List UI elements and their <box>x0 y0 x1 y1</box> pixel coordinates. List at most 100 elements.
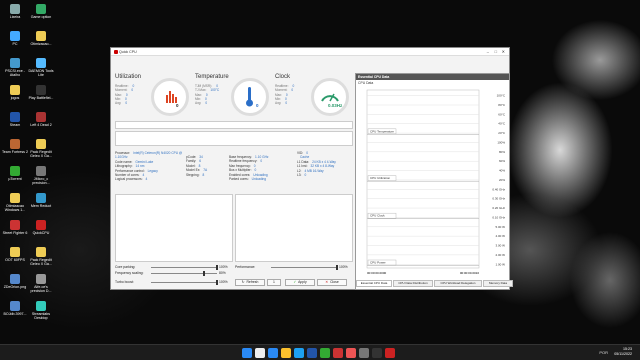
desktop-icon[interactable]: PC <box>2 31 28 46</box>
close-label: Close <box>330 280 339 284</box>
info-label: Base frequency: <box>229 155 253 159</box>
check-icon: ✓ <box>293 280 297 284</box>
info-value: 0 <box>254 168 257 173</box>
slider-knob[interactable] <box>216 280 218 285</box>
taskbar-app-icon[interactable] <box>242 348 252 358</box>
desktop-icon-label: µTorrent <box>8 177 22 181</box>
turbo-boost-slider[interactable] <box>151 280 218 285</box>
taskbar-app-icon[interactable] <box>346 348 356 358</box>
title-bar[interactable]: Quick CPU – □ ✕ <box>111 48 509 56</box>
series-toggle-3[interactable]: CPU Power <box>367 259 397 266</box>
performance-slider[interactable] <box>271 265 338 270</box>
taskbar-app-icon[interactable] <box>385 348 395 358</box>
desktop-icon[interactable]: Otimizacao... <box>28 31 54 46</box>
series-toggle-1[interactable]: CPU Utilization <box>367 175 397 181</box>
desktop-icon[interactable]: Team Fortress 2 <box>2 139 28 154</box>
info-label: L1 Inst: <box>297 164 308 169</box>
info-label: Enabled cores: <box>229 172 251 177</box>
desktop-icon[interactable]: PSCSI.exe - Atalho <box>2 58 28 77</box>
info-label: Performance control: <box>115 168 145 173</box>
stat-value: 0 <box>205 92 208 97</box>
refresh-button[interactable]: ↻ Refresh <box>235 279 265 286</box>
desktop-icon[interactable]: Alfe.oe's precision D... <box>28 274 54 293</box>
series-toggle-label: CPU Utilization <box>370 176 391 180</box>
taskbar-app-icon[interactable] <box>359 348 369 358</box>
desktop-icon[interactable]: Mem Reduct <box>28 193 54 208</box>
desktop-icon[interactable]: Left 4 Dead 2 <box>28 112 54 127</box>
desktop-icon-label: PC <box>12 42 18 46</box>
app-icon <box>36 139 46 149</box>
tab-3[interactable]: Memory Data <box>483 280 513 287</box>
info-value: 0 <box>253 163 256 168</box>
slider-knob[interactable] <box>202 271 205 276</box>
taskbar-app-icon[interactable] <box>281 348 291 358</box>
close-button[interactable]: ✕ Close <box>317 279 347 286</box>
desktop-icon[interactable]: Otimizacao Windows 1... <box>2 193 28 212</box>
tab-1[interactable]: CPU Data Distribution <box>393 280 433 287</box>
cpu-data-subtitle: CPU Data <box>358 81 374 85</box>
taskbar-app-icon[interactable] <box>294 348 304 358</box>
taskbar-app-icon[interactable] <box>320 348 330 358</box>
desktop-icon-label: Otimizacao Windows 1... <box>4 204 26 212</box>
utilization-gauge-value: 0 <box>176 103 179 108</box>
taskbar-app-icon[interactable] <box>307 348 317 358</box>
desktop-icon-label: ZDeOrion.png <box>3 285 27 289</box>
desktop-icon-label: Lixeira <box>9 15 21 19</box>
frequency-scaling-slider[interactable] <box>151 271 217 276</box>
desktop-icon[interactable]: Street Fighter 6 <box>2 220 28 235</box>
desktop-icon[interactable]: Steam <box>2 112 28 127</box>
y-tick-label: 0.40 GHz <box>492 187 505 191</box>
language-indicator[interactable]: POR <box>599 350 608 355</box>
info-row: Stepping: 8 <box>186 173 226 177</box>
desktop-icon-label: Alfe.oe's precision D... <box>30 285 52 293</box>
clock-title: Clock <box>275 74 291 80</box>
desktop-icon[interactable]: Pack Regedit Geleo X Ga... <box>28 247 54 266</box>
turbo-boost-label: Turbo boost: <box>115 280 134 284</box>
clock[interactable]: 15:23 05/11/2022 <box>614 347 632 357</box>
info-label: Number of cores: <box>115 173 140 178</box>
stat-value: 0 <box>205 101 208 106</box>
desktop-icon[interactable]: Lixeira <box>2 4 28 19</box>
taskbar-app-icon[interactable] <box>255 348 265 358</box>
desktop-icon[interactable]: DAEMON Tools Lite <box>28 58 54 77</box>
taskbar-app-icon[interactable] <box>268 348 278 358</box>
desktop-icon-label: Pack Regedit Geleo X Ga... <box>30 258 52 266</box>
slider-knob[interactable] <box>216 265 218 270</box>
slider-knob[interactable] <box>336 265 338 270</box>
refresh-interval-select[interactable]: 1 <box>267 279 281 286</box>
desktop-icon[interactable]: OOT 60FPS <box>2 247 28 262</box>
close-window-button[interactable]: ✕ <box>502 49 505 54</box>
desktop-icon[interactable]: JMicro_c precision... <box>28 166 54 185</box>
desktop-icon[interactable]: QuickCPU <box>28 220 54 235</box>
desktop-icon[interactable]: Play Battlefiel... <box>28 85 54 100</box>
series-toggle-2[interactable]: CPU Clock <box>367 212 397 219</box>
tab-2[interactable]: CPU Workload Delegation <box>434 280 482 287</box>
info-label: Stepping: <box>186 172 200 177</box>
taskbar-app-icon[interactable] <box>372 348 382 358</box>
stat-value: 0 <box>285 92 288 97</box>
desktop-icon[interactable]: µTorrent <box>2 166 28 181</box>
desktop-icon[interactable]: Game option <box>28 4 54 19</box>
desktop-icon[interactable]: BOJdb.3997... <box>2 301 28 316</box>
desktop-icon[interactable]: Pack Regedit Geleo X Ga... <box>28 139 54 158</box>
taskbar-app-icon[interactable] <box>333 348 343 358</box>
tab-0[interactable]: Essential CPU Data <box>356 280 392 287</box>
y-tick-label: 3.00 W <box>495 244 505 248</box>
desktop-icon[interactable]: jogos <box>2 85 28 100</box>
desktop-icon[interactable]: Streamlabs Desktop <box>28 301 54 320</box>
maximize-button[interactable]: □ <box>495 49 497 54</box>
info-value: Cache <box>300 155 310 160</box>
stat-value: 0 <box>285 101 288 106</box>
minimize-button[interactable]: – <box>487 49 489 54</box>
y-tick-label: 40% <box>499 169 505 173</box>
desktop-icon[interactable]: ZDeOrion.png <box>2 274 28 289</box>
desktop-icon-label: Pack Regedit Geleo X Ga... <box>30 150 52 158</box>
app-icon <box>10 301 20 311</box>
series-toggle-0[interactable]: CPU Temperature <box>367 128 397 135</box>
stat-value: 0 <box>125 92 128 97</box>
stat-row: Avg: 0 <box>275 101 294 105</box>
core-parking-slider[interactable] <box>151 265 218 270</box>
apply-button[interactable]: ✓ Apply <box>285 279 315 286</box>
info-strip-1 <box>115 121 353 129</box>
stat-value: 0 <box>125 101 128 106</box>
